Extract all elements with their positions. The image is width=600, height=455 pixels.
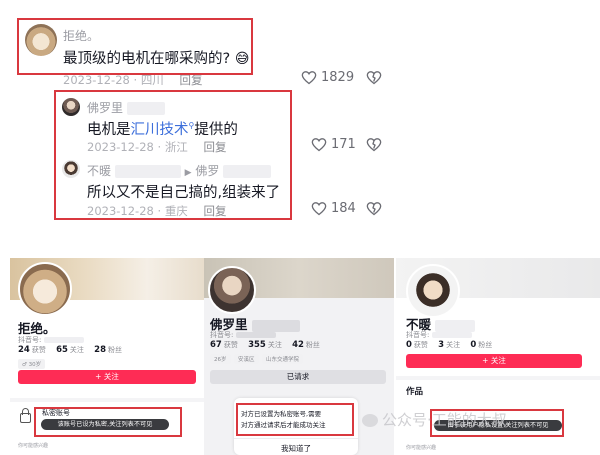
footer-label: 你可能感兴趣	[18, 443, 49, 449]
profile-avatar[interactable]	[208, 266, 256, 314]
heart-icon	[301, 71, 317, 85]
profile-id: 抖音号:	[210, 330, 276, 340]
highlight-box	[236, 403, 354, 436]
heart-icon	[311, 138, 327, 152]
highlight-box	[17, 18, 253, 75]
watermark: 公众号·工能的大叔	[362, 409, 507, 430]
divider	[10, 398, 206, 402]
profile-tag: 26岁	[210, 354, 231, 364]
highlight-box	[34, 407, 182, 437]
broken-heart-icon	[366, 71, 382, 85]
profile-avatar[interactable]	[406, 264, 460, 318]
profile-stats: 0 获赞 3 关注 0 粉丝	[406, 340, 493, 350]
dialog-ok-button[interactable]: 我知道了	[234, 443, 358, 454]
comment-date: 2023-12-28	[63, 73, 130, 87]
lock-shackle	[22, 408, 29, 415]
follow-button[interactable]: + 关注	[18, 370, 196, 384]
profile-tag: 安溪区	[234, 354, 259, 364]
broken-heart-icon	[366, 202, 382, 216]
profile-id: 抖音号:	[18, 335, 84, 345]
dialog-divider	[234, 438, 358, 439]
divider	[396, 376, 600, 380]
like-count: 184	[331, 201, 356, 216]
like-count: 171	[331, 137, 356, 152]
follow-button[interactable]: + 关注	[406, 354, 582, 368]
profile-avatar[interactable]	[18, 262, 72, 316]
profile-stats: 24 获赞 65 关注 28 粉丝	[18, 345, 122, 355]
like-button[interactable]: 1829	[301, 70, 354, 85]
profile-id: 抖音号:	[406, 330, 472, 340]
heart-icon	[311, 202, 327, 216]
highlight-box	[54, 90, 292, 220]
reply-button[interactable]: 回复	[179, 73, 202, 87]
works-tab[interactable]: 作品	[406, 385, 423, 397]
dislike-button[interactable]	[366, 70, 382, 85]
dislike-button[interactable]	[366, 201, 382, 216]
gender-age-tag: ♂ 30岁	[18, 359, 46, 369]
profile-tag: 山东交通学院	[262, 354, 304, 364]
like-count: 1829	[321, 70, 355, 85]
profile-stats: 67 获赞 355 关注 42 粉丝	[210, 340, 320, 350]
like-button[interactable]: 184	[311, 201, 356, 216]
footer-label: 你可能感兴趣	[406, 445, 437, 451]
comment-location: 四川	[140, 73, 164, 87]
broken-heart-icon	[366, 138, 382, 152]
wechat-icon	[362, 414, 378, 427]
requested-button[interactable]: 已请求	[210, 370, 386, 384]
like-button[interactable]: 171	[311, 137, 356, 152]
dislike-button[interactable]	[366, 137, 382, 152]
